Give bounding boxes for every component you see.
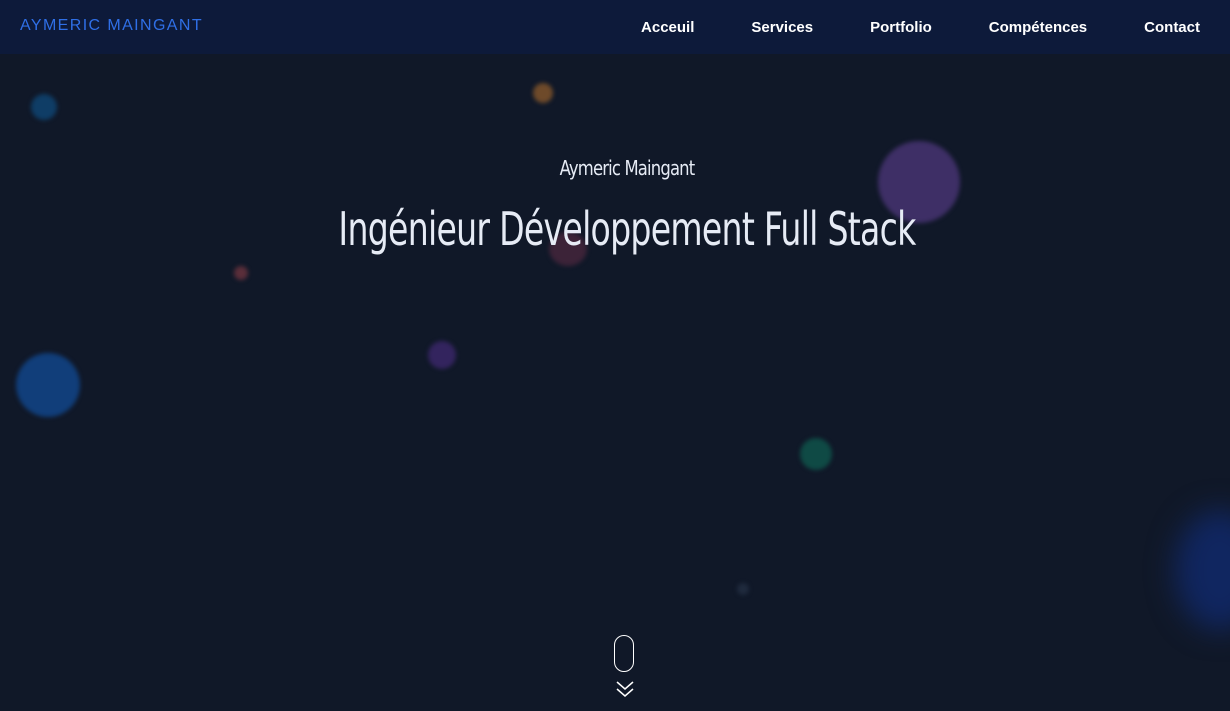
mouse-scroll-icon (614, 635, 634, 672)
decor-bubble (428, 341, 456, 369)
page: AYMERIC MAINGANT Acceuil Services Portfo… (0, 0, 1230, 711)
hero-title: Ingénieur Développement Full Stack (338, 202, 916, 256)
hero-name: Aymeric Maingant (559, 156, 696, 180)
nav-link-acceuil[interactable]: Acceuil (641, 19, 694, 36)
brand-logo[interactable]: AYMERIC MAINGANT (20, 17, 203, 35)
decor-bubble (737, 583, 749, 595)
decor-bubble (533, 83, 553, 103)
nav-link-portfolio[interactable]: Portfolio (870, 19, 932, 36)
decor-bubble (1175, 510, 1230, 630)
scroll-down-indicator[interactable] (614, 635, 638, 705)
decor-bubble (31, 94, 57, 120)
main-nav: Acceuil Services Portfolio Compétences C… (641, 0, 1230, 54)
nav-link-contact[interactable]: Contact (1144, 19, 1200, 36)
double-chevron-down-icon (616, 681, 634, 697)
decor-bubble (800, 438, 832, 470)
decor-bubble (234, 266, 248, 280)
nav-link-competences[interactable]: Compétences (989, 19, 1087, 36)
nav-link-services[interactable]: Services (751, 19, 813, 36)
decor-bubble (16, 353, 80, 417)
navbar: AYMERIC MAINGANT Acceuil Services Portfo… (0, 0, 1230, 54)
